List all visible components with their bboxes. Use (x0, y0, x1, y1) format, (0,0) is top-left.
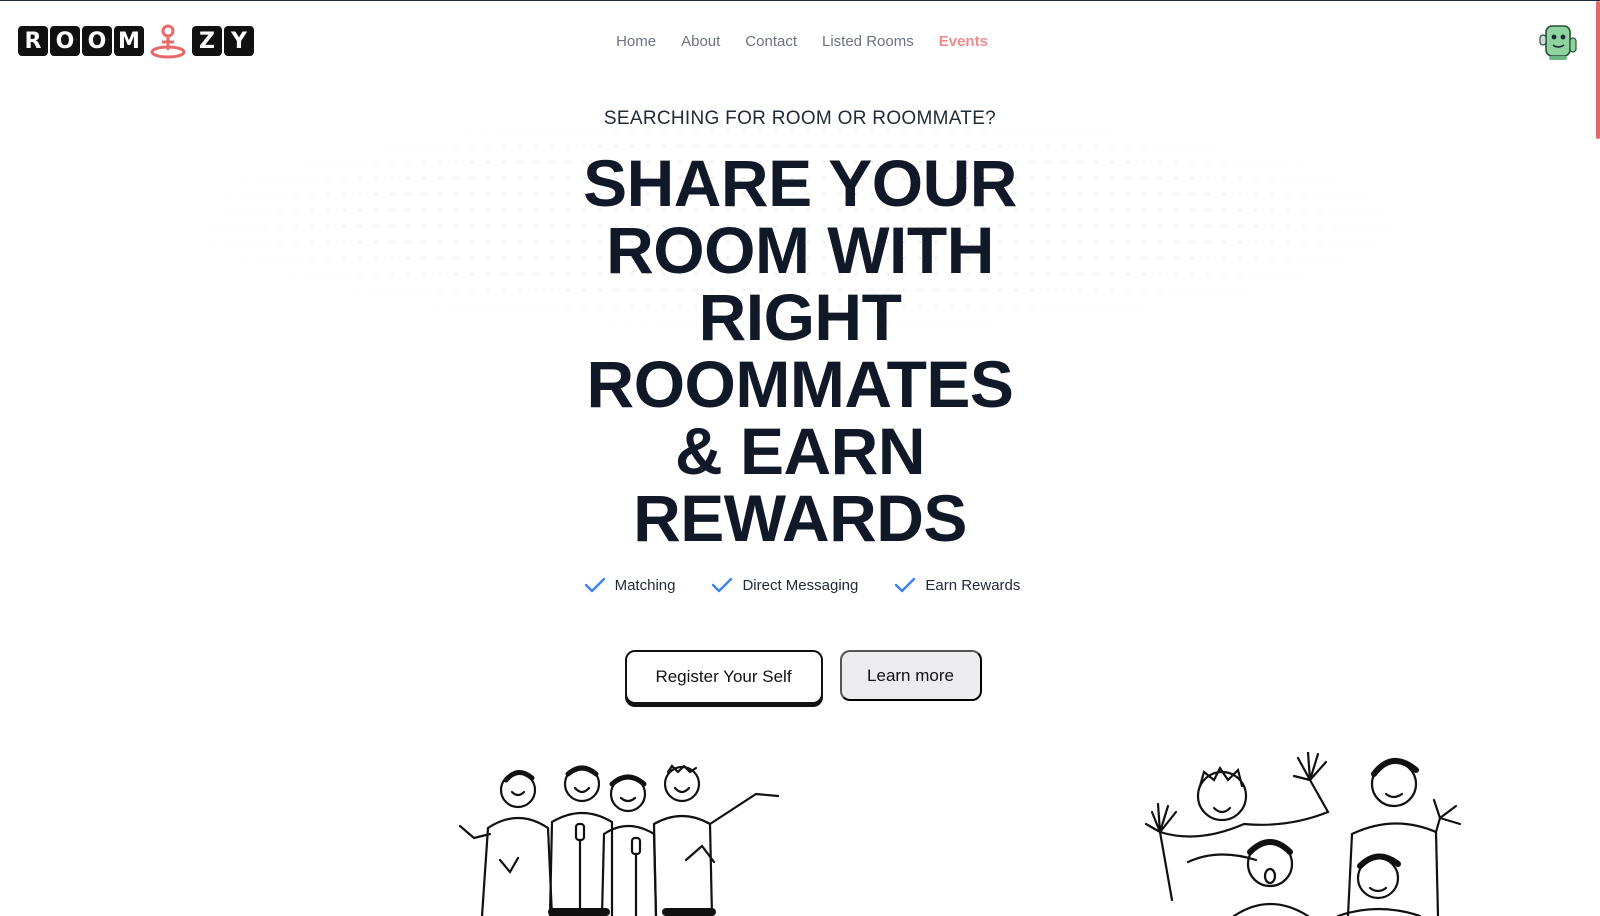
headline-line: RIGHT (698, 280, 902, 354)
nav-about[interactable]: About (681, 33, 720, 50)
headline-line: REWARDS (633, 481, 967, 555)
nav-listed-rooms[interactable]: Listed Rooms (822, 33, 914, 50)
feature-earn-rewards: Earn Rewards (894, 576, 1020, 594)
robot-avatar-icon[interactable] (1537, 22, 1579, 62)
headline-line: ROOMMATES (586, 347, 1014, 421)
feature-list: Matching Direct Messaging Earn Rewards (0, 576, 1600, 594)
feature-label: Matching (614, 576, 676, 594)
register-button[interactable]: Register Your Self (624, 650, 823, 704)
headline-line: & EARN (674, 414, 926, 488)
check-icon (895, 577, 916, 593)
headline-line: ROOM WITH (606, 213, 994, 287)
top-border (0, 0, 1600, 1)
check-icon (584, 577, 605, 593)
nav-contact[interactable]: Contact (745, 33, 797, 50)
check-icon (712, 577, 733, 593)
feature-direct-messaging: Direct Messaging (711, 576, 858, 594)
learn-more-button[interactable]: Learn more (839, 650, 982, 701)
feature-label: Direct Messaging (742, 576, 859, 594)
nav-events[interactable]: Events (939, 33, 988, 50)
hero-actions: Register Your Self Learn more (0, 650, 1600, 704)
friends-waving-illustration (1144, 752, 1462, 916)
feature-label: Earn Rewards (925, 576, 1021, 594)
hero-headline: SHARE YOUR ROOM WITH RIGHT ROOMMATES & E… (0, 150, 1600, 552)
feature-matching: Matching (584, 576, 676, 594)
main-nav: Home About Contact Listed Rooms Events (0, 33, 1600, 50)
headline-line: SHARE YOUR (583, 146, 1017, 220)
page: R O O M Z Y Home About Contact Listed Ro… (0, 0, 1600, 916)
nav-home[interactable]: Home (616, 33, 656, 50)
hero-eyebrow: SEARCHING FOR ROOM OR ROOMMATE? (603, 108, 997, 129)
friends-singing-illustration (458, 764, 780, 916)
